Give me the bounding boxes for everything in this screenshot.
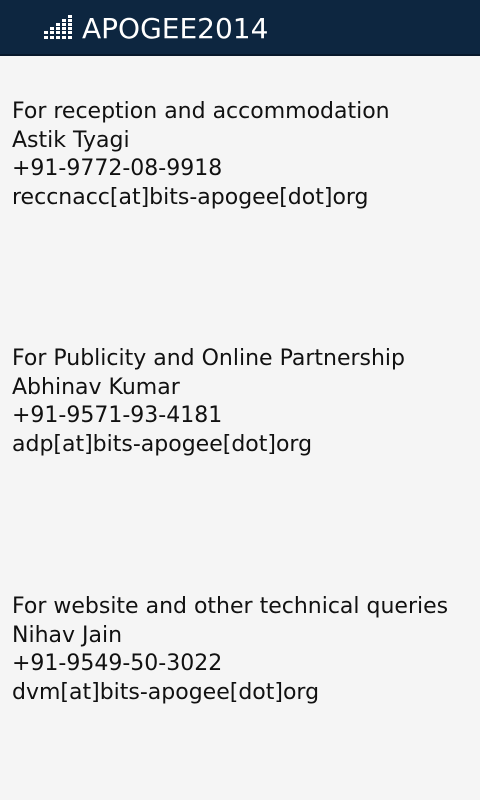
contact-reception: For reception and accommodation Astik Ty… xyxy=(12,98,472,212)
contact-email[interactable]: dvm[at]bits-apogee[dot]org xyxy=(12,679,472,708)
contact-heading: For Publicity and Online Partnership xyxy=(12,346,406,371)
contact-phone[interactable]: +91-9772-08-9918 xyxy=(12,155,472,184)
contact-name: Nihav Jain xyxy=(12,622,123,648)
contact-publicity: For Publicity and Online Partnership Abh… xyxy=(12,345,472,459)
contact-phone[interactable]: +91-9571-93-4181 xyxy=(12,402,472,431)
contact-name: Abhinav Kumar xyxy=(12,374,180,400)
contact-heading: For reception and accommodation xyxy=(12,99,390,124)
contact-heading: For website and other technical queries xyxy=(12,594,449,619)
equalizer-bars-icon xyxy=(44,15,72,39)
app-header: APOGEE2014 xyxy=(0,0,480,56)
contact-technical: For website and other technical queries … xyxy=(12,593,472,707)
apogee-logo: APOGEE2014 xyxy=(44,12,268,46)
contact-name: Astik Tyagi xyxy=(12,127,130,153)
contact-email[interactable]: adp[at]bits-apogee[dot]org xyxy=(12,431,472,460)
logo-text: APOGEE2014 xyxy=(82,12,269,45)
contact-email[interactable]: reccnacc[at]bits-apogee[dot]org xyxy=(12,184,472,213)
contact-phone[interactable]: +91-9549-50-3022 xyxy=(12,650,472,679)
